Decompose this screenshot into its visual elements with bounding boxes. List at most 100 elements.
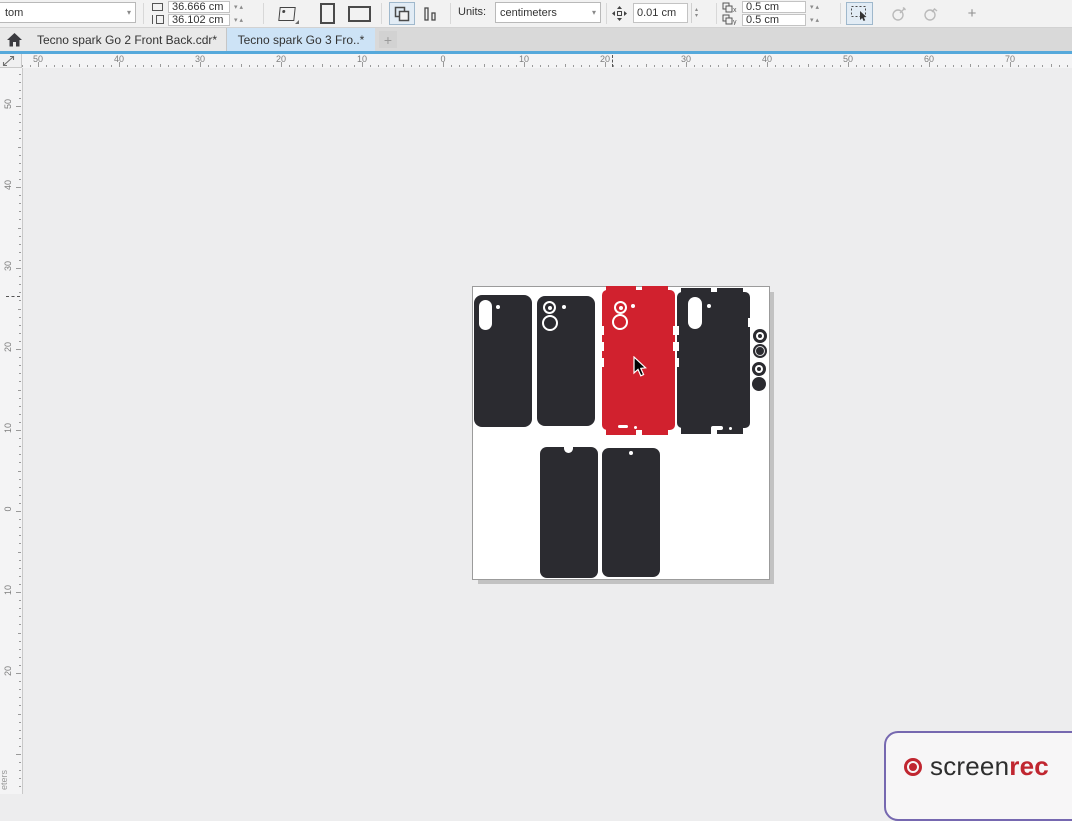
launch-edit-button[interactable] xyxy=(886,2,912,25)
mic-cutout xyxy=(634,426,637,429)
ruler-tick xyxy=(19,163,21,164)
zoom-level-combo[interactable]: tom ▾ xyxy=(0,2,136,23)
document-tab-bar: Tecno spark Go 2 Front Back.cdr* Tecno s… xyxy=(0,28,1072,51)
chevron-down-icon: ▾ xyxy=(592,8,596,17)
ruler-tick xyxy=(19,171,21,172)
ruler-tick xyxy=(816,65,817,67)
nudge-spinner[interactable]: ▴ ▾ xyxy=(691,3,698,23)
ruler-tick xyxy=(937,65,938,67)
object-height-field[interactable]: 36.102 cm xyxy=(168,14,230,26)
tab-document-2[interactable]: Tecno spark Go 3 Fro..* xyxy=(227,28,375,51)
camera-lens-sticker[interactable] xyxy=(752,377,766,391)
ruler-tick xyxy=(19,519,21,520)
ruler-tick xyxy=(880,65,881,67)
portrait-page-button[interactable] xyxy=(314,2,340,25)
ruler-tick xyxy=(19,600,21,601)
ruler-tick xyxy=(556,65,557,67)
ruler-tick xyxy=(19,560,21,561)
duplicate-y-field[interactable]: 0.5 cm xyxy=(742,14,806,26)
units-combo[interactable]: centimeters ▾ xyxy=(495,2,601,23)
width-spinner[interactable]: ▾▴ xyxy=(234,3,245,11)
camera-lens-sticker[interactable] xyxy=(753,344,767,358)
ruler-tick xyxy=(19,730,21,731)
horizontal-ruler[interactable]: 5040302010010203040506070 xyxy=(22,54,1072,69)
finish-edit-button[interactable] xyxy=(918,2,944,25)
object-height-value: 36.102 cm xyxy=(172,14,223,26)
ruler-tick xyxy=(19,203,21,204)
camera-lens-sticker[interactable] xyxy=(752,362,766,376)
duplicate-y-value: 0.5 cm xyxy=(746,14,779,26)
ruler-tick xyxy=(19,503,21,504)
nudge-offset-button xyxy=(608,3,630,24)
ruler-tick xyxy=(565,64,566,67)
cut-notch xyxy=(602,342,604,351)
ruler-tick xyxy=(19,365,21,366)
home-icon xyxy=(7,33,22,47)
skin-back-camera-rings-1[interactable] xyxy=(537,296,595,426)
ruler-label: 50 xyxy=(843,54,853,64)
wrap-tab xyxy=(642,427,668,435)
camera-pill-cutout xyxy=(479,300,492,330)
scale-factor-button[interactable] xyxy=(274,2,300,25)
ruler-tick xyxy=(160,64,161,67)
port-cutout xyxy=(711,426,723,430)
flash-cutout xyxy=(562,305,566,309)
ruler-tick xyxy=(19,786,21,787)
ruler-tick xyxy=(492,65,493,67)
height-spinner[interactable]: ▾▴ xyxy=(234,16,245,24)
skin-front-punchhole[interactable] xyxy=(602,448,660,577)
ruler-tick xyxy=(573,65,574,67)
ruler-tick xyxy=(484,64,485,67)
home-button[interactable] xyxy=(0,28,29,51)
plus-icon: + xyxy=(384,32,392,48)
new-document-tab-button[interactable]: + xyxy=(379,31,397,48)
current-page-button[interactable] xyxy=(418,2,444,25)
ruler-tick xyxy=(19,260,21,261)
ruler-tick xyxy=(135,65,136,67)
ruler-label: 10 xyxy=(519,54,529,64)
ruler-tick xyxy=(95,65,96,67)
ruler-tick xyxy=(19,357,21,358)
object-width-field[interactable]: 36.666 cm xyxy=(168,1,230,13)
ruler-tick xyxy=(670,65,671,67)
object-width-icon xyxy=(152,3,163,11)
ruler-tick xyxy=(322,64,323,67)
ruler-tick xyxy=(986,65,987,67)
drawing-canvas[interactable] xyxy=(23,68,1072,794)
ruler-tick xyxy=(19,341,21,342)
add-control-button[interactable]: + xyxy=(960,2,984,25)
nudge-distance-field[interactable]: 0.01 cm xyxy=(633,3,688,23)
ruler-tick xyxy=(16,754,21,755)
all-pages-button[interactable] xyxy=(389,2,415,25)
camera-lens-sticker[interactable] xyxy=(753,329,767,343)
ruler-tick xyxy=(727,64,728,67)
duplicate-y-spinner[interactable]: ▾▴ xyxy=(810,16,821,24)
ruler-tick xyxy=(808,64,809,67)
ruler-tick xyxy=(718,65,719,67)
skin-back-plain-1[interactable] xyxy=(474,295,532,427)
skin-wrap-black[interactable] xyxy=(677,288,750,434)
ruler-tick xyxy=(19,584,21,585)
ruler-tick xyxy=(1018,65,1019,67)
ruler-tick xyxy=(19,252,21,253)
tab-document-1-label: Tecno spark Go 2 Front Back.cdr* xyxy=(37,33,217,47)
ruler-tick xyxy=(856,65,857,67)
vertical-ruler[interactable]: 504030201001020 xyxy=(0,68,23,794)
duplicate-x-value: 0.5 cm xyxy=(746,1,779,13)
ruler-tick xyxy=(864,65,865,67)
landscape-page-button[interactable] xyxy=(344,2,374,25)
ruler-tick xyxy=(775,65,776,67)
camera-ring-icon xyxy=(542,315,558,331)
duplicate-x-spinner[interactable]: ▾▴ xyxy=(810,3,821,11)
ruler-tick xyxy=(678,65,679,67)
ruler-tick xyxy=(18,552,21,553)
svg-text:y: y xyxy=(733,19,737,25)
treat-as-filled-button[interactable] xyxy=(846,2,873,25)
ruler-label: 30 xyxy=(195,54,205,64)
ruler-tick xyxy=(19,705,21,706)
duplicate-x-field[interactable]: 0.5 cm xyxy=(742,1,806,13)
ruler-origin-corner[interactable] xyxy=(0,54,22,68)
mouse-cursor xyxy=(633,356,647,377)
tab-document-1[interactable]: Tecno spark Go 2 Front Back.cdr* xyxy=(28,28,227,51)
skin-front-notch[interactable] xyxy=(540,447,598,578)
